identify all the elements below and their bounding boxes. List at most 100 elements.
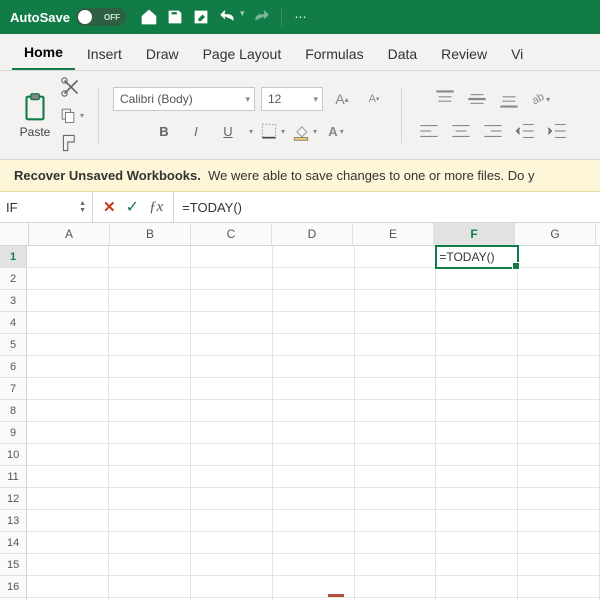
- cell-B1[interactable]: [109, 246, 191, 268]
- align-bottom-icon[interactable]: [496, 87, 522, 111]
- cell-D3[interactable]: [273, 290, 355, 312]
- cell-B7[interactable]: [109, 378, 191, 400]
- cell-A8[interactable]: [27, 400, 109, 422]
- tab-view-truncated[interactable]: Vi: [499, 40, 535, 70]
- cell-G16[interactable]: [518, 576, 600, 598]
- row-header-9[interactable]: 9: [0, 422, 27, 444]
- cell-C12[interactable]: [191, 488, 273, 510]
- cell-F6[interactable]: [436, 356, 518, 378]
- redo-icon[interactable]: [253, 8, 271, 26]
- tab-draw[interactable]: Draw: [134, 40, 191, 70]
- tab-review[interactable]: Review: [429, 40, 499, 70]
- decrease-indent-icon[interactable]: [512, 119, 538, 143]
- cell-E3[interactable]: [355, 290, 437, 312]
- align-top-icon[interactable]: [432, 87, 458, 111]
- cell-A3[interactable]: [27, 290, 109, 312]
- cell-B15[interactable]: [109, 554, 191, 576]
- cell-D1[interactable]: [273, 246, 355, 268]
- cell-A1[interactable]: [27, 246, 109, 268]
- row-header-11[interactable]: 11: [0, 466, 27, 488]
- cell-F7[interactable]: [436, 378, 518, 400]
- row-header-14[interactable]: 14: [0, 532, 27, 554]
- row-header-2[interactable]: 2: [0, 268, 27, 290]
- name-box[interactable]: IF ▲▼: [0, 192, 93, 222]
- cell-C4[interactable]: [191, 312, 273, 334]
- cell-D9[interactable]: [273, 422, 355, 444]
- cell-E15[interactable]: [355, 554, 437, 576]
- tab-page-layout[interactable]: Page Layout: [191, 40, 294, 70]
- cell-B11[interactable]: [109, 466, 191, 488]
- cell-F11[interactable]: [436, 466, 518, 488]
- cell-B4[interactable]: [109, 312, 191, 334]
- overflow-icon[interactable]: ⋯: [292, 8, 310, 26]
- cell-A12[interactable]: [27, 488, 109, 510]
- font-color-icon[interactable]: A▾: [323, 119, 349, 143]
- cell-D12[interactable]: [273, 488, 355, 510]
- autosave-toggle[interactable]: OFF: [76, 8, 126, 26]
- cell-G8[interactable]: [518, 400, 600, 422]
- cell-C6[interactable]: [191, 356, 273, 378]
- cell-F2[interactable]: [436, 268, 518, 290]
- cell-E4[interactable]: [355, 312, 437, 334]
- cell-C10[interactable]: [191, 444, 273, 466]
- cell-B2[interactable]: [109, 268, 191, 290]
- cell-B9[interactable]: [109, 422, 191, 444]
- increase-indent-icon[interactable]: [544, 119, 570, 143]
- cell-C7[interactable]: [191, 378, 273, 400]
- cell-G4[interactable]: [518, 312, 600, 334]
- row-header-15[interactable]: 15: [0, 554, 27, 576]
- cut-icon[interactable]: [58, 75, 84, 99]
- cell-B16[interactable]: [109, 576, 191, 598]
- cell-G7[interactable]: [518, 378, 600, 400]
- cell-D16[interactable]: [273, 576, 355, 598]
- cell-F4[interactable]: [436, 312, 518, 334]
- cell-E13[interactable]: [355, 510, 437, 532]
- cell-C3[interactable]: [191, 290, 273, 312]
- cell-B14[interactable]: [109, 532, 191, 554]
- cell-G10[interactable]: [518, 444, 600, 466]
- cell-F13[interactable]: [436, 510, 518, 532]
- edit-icon[interactable]: [192, 8, 210, 26]
- decrease-font-icon[interactable]: A▾: [361, 87, 387, 111]
- row-header-3[interactable]: 3: [0, 290, 27, 312]
- select-all-corner[interactable]: [0, 223, 29, 245]
- tab-insert[interactable]: Insert: [75, 40, 134, 70]
- cell-F14[interactable]: [436, 532, 518, 554]
- undo-dropdown-caret[interactable]: ▾: [240, 8, 245, 26]
- col-header-C[interactable]: C: [191, 223, 272, 245]
- formula-input[interactable]: =TODAY(): [174, 200, 600, 215]
- row-header-7[interactable]: 7: [0, 378, 27, 400]
- cell-E1[interactable]: [355, 246, 437, 268]
- cell-F9[interactable]: [436, 422, 518, 444]
- cell-A7[interactable]: [27, 378, 109, 400]
- cell-E9[interactable]: [355, 422, 437, 444]
- cell-A6[interactable]: [27, 356, 109, 378]
- cell-B12[interactable]: [109, 488, 191, 510]
- align-right-icon[interactable]: [480, 119, 506, 143]
- paste-icon[interactable]: [18, 91, 52, 125]
- underline-caret[interactable]: ▾: [249, 127, 253, 136]
- cell-G15[interactable]: [518, 554, 600, 576]
- cell-G6[interactable]: [518, 356, 600, 378]
- cell-A14[interactable]: [27, 532, 109, 554]
- align-middle-icon[interactable]: [464, 87, 490, 111]
- cell-A2[interactable]: [27, 268, 109, 290]
- undo-icon[interactable]: [218, 8, 236, 26]
- name-box-spinner[interactable]: ▲▼: [79, 200, 86, 214]
- increase-font-icon[interactable]: A▴: [329, 87, 355, 111]
- tab-formulas[interactable]: Formulas: [293, 40, 375, 70]
- cell-B10[interactable]: [109, 444, 191, 466]
- cell-E12[interactable]: [355, 488, 437, 510]
- cell-A11[interactable]: [27, 466, 109, 488]
- cell-D6[interactable]: [273, 356, 355, 378]
- cell-E2[interactable]: [355, 268, 437, 290]
- cancel-formula-icon[interactable]: ✕: [103, 198, 116, 216]
- cell-D15[interactable]: [273, 554, 355, 576]
- cell-A5[interactable]: [27, 334, 109, 356]
- cell-E10[interactable]: [355, 444, 437, 466]
- cell-D7[interactable]: [273, 378, 355, 400]
- cell-F10[interactable]: [436, 444, 518, 466]
- cell-G12[interactable]: [518, 488, 600, 510]
- enter-formula-icon[interactable]: ✓: [126, 197, 139, 217]
- cell-A15[interactable]: [27, 554, 109, 576]
